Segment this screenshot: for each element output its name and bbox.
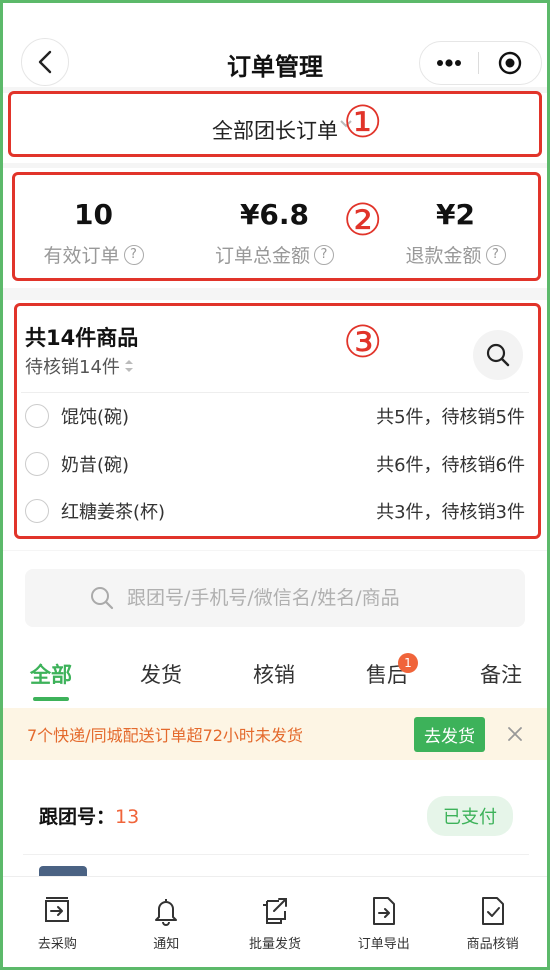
search-input[interactable] xyxy=(127,587,487,609)
after-sales-badge: 1 xyxy=(398,653,418,673)
toolbar-label: 批量发货 xyxy=(248,937,301,952)
tab-verify[interactable]: 核销 xyxy=(244,659,304,689)
toolbar-label: 去采购 xyxy=(37,937,77,952)
tab-label: 核销 xyxy=(253,663,295,687)
toolbar-notify[interactable]: 通知 xyxy=(112,877,221,967)
annotation-marker-2: ② xyxy=(343,195,383,246)
annotation-marker-3: ③ xyxy=(343,317,383,368)
nav-bar: 订单管理 xyxy=(3,3,547,87)
annotation-box-2 xyxy=(12,172,541,281)
annotation-box-3 xyxy=(14,303,541,539)
annotation-box-1 xyxy=(8,91,542,157)
tab-all[interactable]: 全部 xyxy=(21,659,81,689)
annotation-marker-1: ① xyxy=(343,97,383,148)
tab-after-sales[interactable]: 售后 1 xyxy=(357,653,418,689)
tab-label-wrap: 售后 1 xyxy=(366,653,418,689)
batch-ship-icon xyxy=(262,898,287,924)
order-tabs: 全部 发货 核销 售后 1 备注 xyxy=(3,651,547,701)
close-mini-program-button[interactable] xyxy=(479,51,541,75)
mini-program-capsule xyxy=(419,41,542,85)
tab-label: 发货 xyxy=(140,663,182,687)
status-badge: 已支付 xyxy=(427,796,513,836)
verify-icon xyxy=(481,897,504,925)
target-icon xyxy=(498,51,522,75)
tab-label: 备注 xyxy=(480,663,522,687)
toolbar-purchase[interactable]: 去采购 xyxy=(3,877,112,967)
shipping-warning-banner: 7个快递/同城配送订单超72小时未发货 去发货 xyxy=(3,708,547,760)
export-icon xyxy=(372,897,395,925)
order-number-label: 跟团号： xyxy=(39,806,116,828)
close-icon[interactable] xyxy=(507,726,523,742)
order-number: 13 xyxy=(115,806,140,828)
more-dots-icon xyxy=(437,59,461,67)
tab-shipping[interactable]: 发货 xyxy=(131,659,191,689)
order-search-box[interactable] xyxy=(25,569,525,627)
toolbar-label: 通知 xyxy=(153,937,180,952)
toolbar-export[interactable]: 订单导出 xyxy=(329,877,438,967)
active-tab-indicator xyxy=(33,697,69,701)
toolbar-verify[interactable]: 商品核销 xyxy=(438,877,547,967)
purchase-icon xyxy=(45,897,70,922)
order-number-row: 跟团号：13 xyxy=(39,802,139,829)
screen: 订单管理 全部团长订单 ① 10 有效订单 ? ¥6.8 订单总金额 ? ¥2 … xyxy=(3,3,547,967)
warning-text: 7个快递/同城配送订单超72小时未发货 xyxy=(27,726,303,745)
toolbar-label: 订单导出 xyxy=(357,937,410,952)
toolbar-label: 商品核销 xyxy=(466,937,519,952)
more-button[interactable] xyxy=(420,59,478,67)
divider xyxy=(23,854,529,855)
bell-icon xyxy=(155,899,178,926)
toolbar-batch-ship[interactable]: 批量发货 xyxy=(221,877,330,967)
go-ship-button[interactable]: 去发货 xyxy=(414,716,485,752)
bottom-toolbar: 去采购 通知 批量发货 订单导出 商品核销 xyxy=(3,876,547,967)
tab-label: 全部 xyxy=(30,663,72,687)
search-icon xyxy=(91,587,114,610)
tab-notes[interactable]: 备注 xyxy=(471,659,531,689)
